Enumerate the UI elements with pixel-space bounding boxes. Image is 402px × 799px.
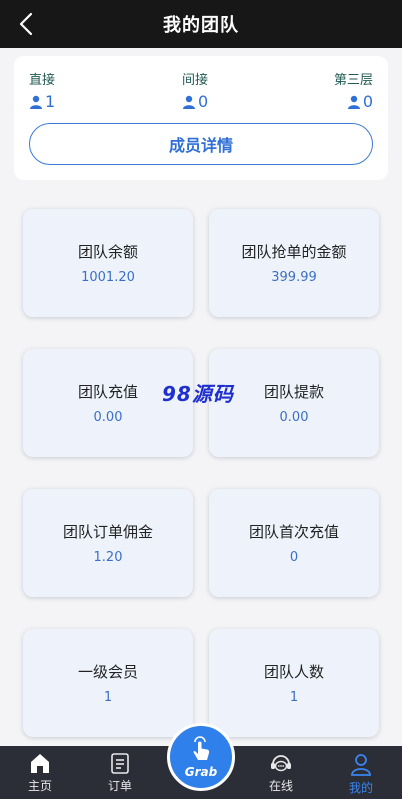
customer-service-icon — [271, 755, 291, 772]
tab-online-label: 在线 — [268, 779, 293, 793]
stat-card-value: 399.99 — [271, 270, 317, 285]
stat-card-level1-members: 一级会员 1 — [23, 629, 193, 737]
tab-home[interactable]: 主页 — [10, 746, 70, 799]
back-button[interactable] — [12, 10, 40, 38]
stat-card-value: 1.20 — [93, 550, 123, 565]
grab-button[interactable]: Grab — [167, 723, 235, 791]
tab-home-label: 主页 — [27, 779, 52, 793]
direct-count: 1 — [45, 92, 56, 111]
third-level-label: 第三层 — [333, 73, 373, 88]
chevron-left-icon — [19, 12, 33, 36]
top-nav-bar: 我的团队 — [0, 0, 402, 48]
user-icon — [183, 95, 195, 109]
stat-card-label: 团队抢单的金额 — [241, 243, 347, 261]
stat-card-label: 团队提款 — [263, 383, 324, 401]
stat-card-team-balance: 团队余额 1001.20 — [23, 209, 193, 317]
tab-mine[interactable]: 我的 — [331, 746, 391, 799]
stat-card-value: 1001.20 — [81, 270, 135, 285]
stat-card-team-order-commission: 团队订单佣金 1.20 — [23, 489, 193, 597]
stat-card-label: 团队余额 — [77, 243, 138, 261]
direct-count-block: 直接 1 — [29, 69, 55, 111]
direct-label: 直接 — [29, 73, 56, 88]
tap-hand-icon — [193, 735, 210, 760]
tab-online[interactable]: 在线 — [251, 746, 311, 799]
page-title: 我的团队 — [163, 15, 239, 36]
stat-card-label: 团队订单佣金 — [62, 523, 153, 541]
stat-card-team-grab-amount: 团队抢单的金额 399.99 — [209, 209, 379, 317]
indirect-count-block: 间接 0 — [182, 69, 208, 111]
team-summary-card: 直接 1 间接 0 第三层 0 成员详情 — [14, 56, 388, 180]
stat-card-value: 0 — [289, 550, 299, 565]
tab-mine-label: 我的 — [348, 781, 373, 795]
stat-card-label: 团队首次充值 — [248, 523, 339, 541]
stat-card-team-first-recharge: 团队首次充值 0 — [209, 489, 379, 597]
stat-card-value: 1 — [103, 690, 113, 705]
stat-card-label: 团队人数 — [263, 663, 324, 681]
grab-label: Grab — [184, 764, 218, 779]
home-icon — [31, 754, 49, 773]
user-icon — [347, 95, 360, 109]
watermark-text: 98源码 — [162, 382, 234, 406]
user-icon — [30, 95, 42, 109]
tab-orders-label: 订单 — [107, 779, 132, 793]
indirect-count: 0 — [198, 92, 209, 111]
stat-card-value: 0.00 — [93, 410, 123, 425]
stat-card-value: 1 — [289, 690, 299, 705]
user-outline-icon — [351, 754, 371, 776]
member-details-button[interactable]: 成员详情 — [29, 123, 373, 165]
stat-card-label: 一级会员 — [77, 663, 138, 681]
stat-card-label: 团队充值 — [77, 383, 138, 401]
stat-card-team-withdraw: 团队提款 0.00 — [209, 349, 379, 457]
stat-card-value: 0.00 — [279, 410, 309, 425]
document-list-icon — [111, 753, 129, 774]
third-level-count: 0 — [362, 92, 373, 111]
stat-card-team-size: 团队人数 1 — [209, 629, 379, 737]
third-level-count-block: 第三层 0 — [334, 69, 373, 111]
tab-orders[interactable]: 订单 — [90, 746, 150, 799]
indirect-label: 间接 — [182, 73, 209, 88]
